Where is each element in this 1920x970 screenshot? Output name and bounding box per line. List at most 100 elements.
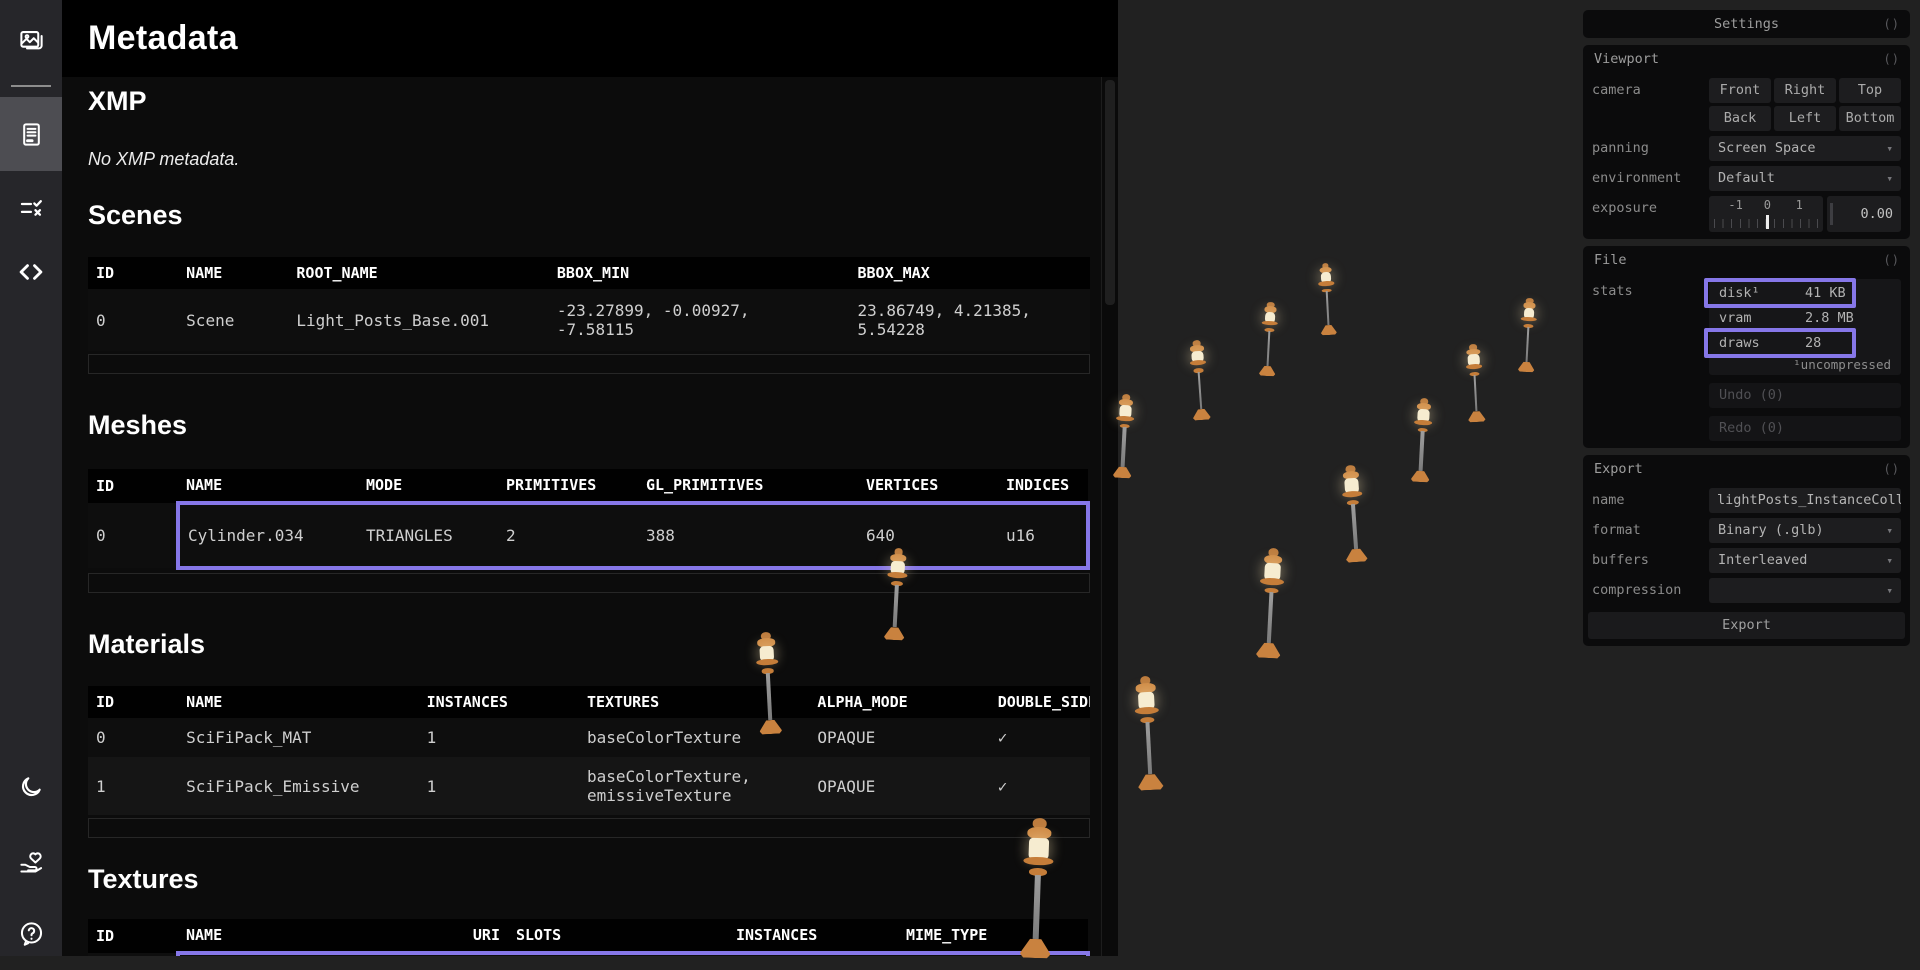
- sidebar-item-donate[interactable]: [0, 825, 62, 899]
- column-header: SLOTS: [508, 919, 728, 953]
- panning-select[interactable]: Screen Space ▾: [1709, 136, 1901, 161]
- materials-table: IDNAMEINSTANCESTEXTURESALPHA_MODEDOUBLE_…: [88, 686, 1101, 815]
- export-format-select[interactable]: Binary (.glb) ▾: [1709, 518, 1901, 543]
- moon-icon: [18, 774, 44, 800]
- table-cell: 23.86749, 4.21385, 5.54228: [850, 289, 1091, 351]
- stat-value: 41 KB: [1805, 281, 1846, 306]
- environment-label: environment: [1592, 166, 1709, 191]
- export-section-header[interactable]: Export (): [1583, 455, 1910, 483]
- column-header: MIME_TYPE: [898, 919, 1088, 953]
- export-buffers-value: Interleaved: [1718, 552, 1807, 568]
- stats-footnote: ¹uncompressed: [1709, 356, 1901, 374]
- sidebar-item-validation[interactable]: [0, 171, 62, 245]
- table-row: 0SciFiPack_MAT1baseColorTextureOPAQUE✓: [88, 718, 1090, 757]
- camera-label: camera: [1592, 78, 1709, 103]
- column-header: GL_PRIMITIVES: [638, 469, 858, 503]
- camera-front-button[interactable]: Front: [1709, 78, 1771, 103]
- export-buffers-select[interactable]: Interleaved ▾: [1709, 548, 1901, 573]
- table-cell: 2: [498, 503, 638, 568]
- table-header-row: IDNAMEURISLOTSINSTANCESMIME_TYPE: [88, 919, 1088, 953]
- export-buffers-label: buffers: [1592, 548, 1709, 573]
- column-header: VERTICES: [858, 469, 998, 503]
- checklist-icon: [18, 195, 45, 222]
- help-icon: [18, 920, 45, 947]
- table-cell: 0: [88, 718, 178, 757]
- exposure-label: exposure: [1592, 196, 1709, 221]
- table-header-row: IDNAMEMODEPRIMITIVESGL_PRIMITIVESVERTICE…: [88, 469, 1088, 503]
- column-header: NAME: [178, 469, 358, 503]
- stats-row: stats disk¹41 KBvram2.8 MBdraws28¹uncomp…: [1592, 279, 1901, 375]
- scenes-hscrollbar[interactable]: [88, 354, 1090, 374]
- metadata-scrollbar[interactable]: [1101, 77, 1118, 956]
- column-header: INSTANCES: [728, 919, 898, 953]
- materials-hscrollbar[interactable]: [88, 818, 1090, 838]
- sidebar: [0, 0, 62, 956]
- chevron-down-icon: ▾: [1886, 518, 1893, 543]
- sidebar-item-help[interactable]: [0, 896, 62, 970]
- export-button[interactable]: Export: [1588, 612, 1905, 639]
- camera-back-button[interactable]: Back: [1709, 106, 1771, 131]
- export-compression-select[interactable]: ▾: [1709, 578, 1901, 603]
- table-cell: 1: [419, 757, 579, 815]
- export-name-input[interactable]: lightPosts_InstanceColl: [1709, 488, 1901, 513]
- chevron-down-icon: ▾: [1886, 136, 1893, 161]
- column-header: PRIMITIVES: [498, 469, 638, 503]
- meshes-hscrollbar[interactable]: [88, 573, 1090, 593]
- table-cell: 0: [88, 289, 178, 351]
- chevron-down-icon: ▾: [1886, 578, 1893, 603]
- textures-table: IDNAMEURISLOTSINSTANCESMIME_TYPE0SciFiPa…: [88, 919, 1101, 956]
- table-row: 0Cylinder.034TRIANGLES2388640u16: [88, 503, 1088, 568]
- redo-button[interactable]: Redo (0): [1709, 416, 1901, 441]
- column-header: INSTANCES: [419, 686, 579, 718]
- exposure-value-input[interactable]: 0.00: [1827, 196, 1901, 232]
- stats-box: disk¹41 KBvram2.8 MBdraws28¹uncompressed: [1709, 279, 1901, 375]
- exposure-slider[interactable]: -1 0 1: [1709, 196, 1823, 232]
- column-header: URI: [418, 919, 508, 953]
- column-header: ID: [88, 257, 178, 289]
- camera-right-button[interactable]: Right: [1774, 78, 1836, 103]
- table-cell: 640: [858, 503, 998, 568]
- fold-icon[interactable]: (): [1884, 45, 1900, 73]
- fold-icon[interactable]: (): [1884, 246, 1900, 274]
- column-header: DOUBLE_SIDED: [990, 686, 1090, 718]
- export-format-value: Binary (.glb): [1718, 522, 1824, 538]
- file-section-header[interactable]: File (): [1583, 246, 1910, 274]
- environment-row: environment Default ▾: [1592, 166, 1901, 191]
- sidebar-item-code[interactable]: [0, 235, 62, 309]
- panning-row: panning Screen Space ▾: [1592, 136, 1901, 161]
- viewport-section-header[interactable]: Viewport (): [1583, 45, 1910, 73]
- sidebar-item-report[interactable]: [0, 97, 62, 171]
- page-title: Metadata: [88, 19, 238, 58]
- fold-icon[interactable]: (): [1884, 455, 1900, 483]
- column-header: MODE: [358, 469, 498, 503]
- tick-label: 0: [1764, 198, 1771, 212]
- fold-icon[interactable]: (): [1884, 10, 1900, 38]
- panel-header: Metadata: [62, 0, 1118, 77]
- table-cell: ✓: [990, 718, 1090, 757]
- export-compression-label: compression: [1592, 578, 1709, 603]
- camera-bottom-button[interactable]: Bottom: [1839, 106, 1901, 131]
- export-buffers-row: buffers Interleaved ▾: [1592, 548, 1901, 573]
- metadata-scrollbar-thumb[interactable]: [1105, 80, 1115, 305]
- section-title-materials: Materials: [88, 629, 1101, 660]
- stat-key: disk¹: [1719, 281, 1805, 306]
- exposure-slider-thumb[interactable]: [1766, 215, 1769, 229]
- table-cell: 1: [419, 718, 579, 757]
- sidebar-item-viewer[interactable]: [0, 3, 62, 77]
- scenes-table-grid: IDNAMEROOT_NAMEBBOX_MINBBOX_MAX0SceneLig…: [88, 257, 1090, 351]
- table-header-row: IDNAMEINSTANCESTEXTURESALPHA_MODEDOUBLE_…: [88, 686, 1090, 718]
- exposure-row: exposure -1 0 1 0.00: [1592, 196, 1901, 232]
- camera-top-button[interactable]: Top: [1839, 78, 1901, 103]
- scenes-table: IDNAMEROOT_NAMEBBOX_MINBBOX_MAX0SceneLig…: [88, 257, 1101, 351]
- environment-select[interactable]: Default ▾: [1709, 166, 1901, 191]
- settings-header[interactable]: Settings (): [1583, 10, 1910, 38]
- camera-left-button[interactable]: Left: [1774, 106, 1836, 131]
- stat-key: draws: [1719, 331, 1805, 356]
- viewport-section-title: Viewport: [1594, 51, 1659, 67]
- file-section-title: File: [1594, 252, 1627, 268]
- undo-button[interactable]: Undo (0): [1709, 383, 1901, 408]
- code-icon: [17, 258, 45, 286]
- sidebar-item-theme-toggle[interactable]: [0, 750, 62, 824]
- table-cell: baseColorTexture: [579, 718, 809, 757]
- table-cell: SciFiPack_Emissive: [178, 757, 418, 815]
